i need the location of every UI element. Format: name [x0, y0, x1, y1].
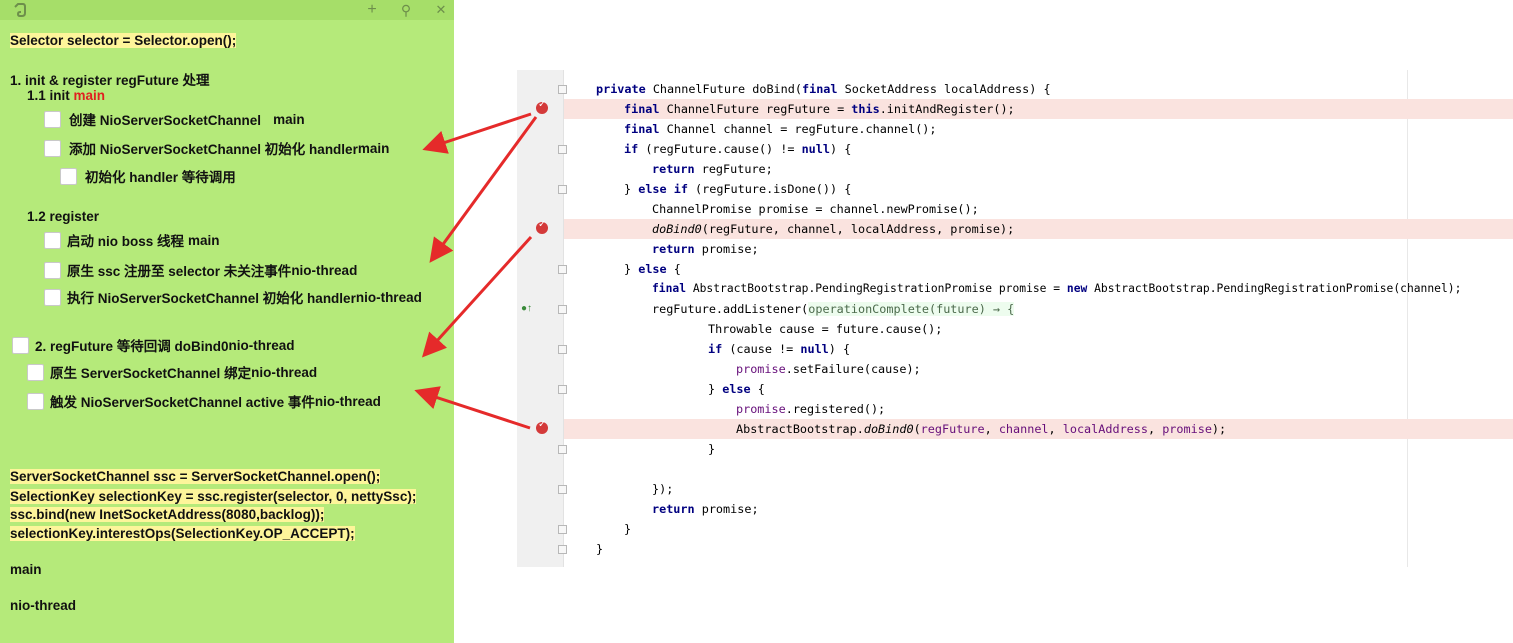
code-line: Throwable cause = future.cause(); [708, 322, 943, 336]
thread-tag: main [273, 111, 305, 127]
add-note-icon[interactable]: + [362, 0, 382, 20]
close-icon[interactable]: ✕ [431, 0, 451, 20]
task-label: 原生 ServerSocketChannel 绑定 [50, 366, 252, 381]
task-start-boss: 启动 nio boss 线程 main [44, 230, 220, 250]
code-line: final AbstractBootstrap.PendingRegistrat… [652, 282, 1462, 295]
lambda-marker-icon[interactable]: ●↑ [521, 303, 532, 314]
task-fire-active: 触发 NioServerSocketChannel active 事件 nio-… [27, 391, 381, 411]
thread-tag: nio-thread [314, 393, 381, 409]
task-label: 初始化 handler 等待调用 [85, 170, 236, 185]
breakpoint-icon[interactable] [536, 219, 548, 234]
code-line: } [596, 542, 604, 556]
task-label: 原生 ssc 注册至 selector 未关注事件 [67, 264, 292, 279]
checkbox[interactable] [60, 167, 77, 185]
code-line: return regFuture; [652, 162, 773, 176]
checkbox[interactable] [44, 288, 61, 306]
checkbox[interactable] [44, 139, 61, 157]
checkbox[interactable] [44, 231, 61, 249]
checkbox[interactable] [44, 261, 61, 279]
code-line: }); [652, 482, 674, 496]
selector-code-line: Selector selector = Selector.open(); [10, 33, 237, 48]
checkbox[interactable] [27, 363, 44, 381]
checkbox[interactable] [12, 336, 29, 354]
breakpoint-icon[interactable] [536, 419, 548, 434]
legend-main: main [10, 562, 42, 577]
code-line: private ChannelFuture doBind(final Socke… [596, 82, 1051, 96]
task-register-ssc: 原生 ssc 注册至 selector 未关注事件 nio-thread [44, 260, 357, 280]
code-line: } [708, 442, 716, 456]
section12-title: 1.2 register [27, 209, 100, 224]
code-line: if (cause != null) { [708, 342, 851, 356]
section11-title: 1.1 init main [27, 88, 106, 103]
code-line: ChannelPromise promise = channel.newProm… [652, 202, 979, 216]
code-line: final Channel channel = regFuture.channe… [624, 122, 937, 136]
code-line: } [624, 522, 632, 536]
pin-icon[interactable]: ⚲ [396, 0, 416, 20]
code-line: ssc.bind(new InetSocketAddress(8080,back… [10, 507, 325, 522]
editor-gutter[interactable] [517, 70, 563, 567]
code-line: SelectionKey selectionKey = ssc.register… [10, 489, 417, 504]
code-editor[interactable]: ●↑ private ChannelFuture doBind(final So… [517, 70, 1513, 567]
thread-tag: nio-thread [228, 337, 295, 353]
task-label: 执行 NioServerSocketChannel 初始化 handler [67, 291, 356, 306]
code-line: } else { [708, 382, 765, 396]
task-init-handler: 初始化 handler 等待调用 [60, 166, 236, 186]
code-line: } else if (regFuture.isDone()) { [624, 182, 852, 196]
thread-tag: nio-thread [251, 364, 318, 380]
thread-tag: main [188, 232, 220, 248]
code-line-breakpoint: doBind0(regFuture, channel, localAddress… [564, 219, 1513, 239]
task-label: 2. regFuture 等待回调 doBind0 [35, 339, 229, 354]
code-line-breakpoint: final ChannelFuture regFuture = this.ini… [564, 99, 1513, 119]
task-label: 触发 NioServerSocketChannel active 事件 [50, 395, 315, 410]
section1-title: 1. init & register regFuture 处理 [10, 73, 210, 88]
thread-tag: nio-thread [291, 262, 358, 278]
lambda-hint[interactable]: operationComplete(future) → { [808, 302, 1015, 316]
code-line: return promise; [652, 502, 759, 516]
code-line: return promise; [652, 242, 759, 256]
code-line: promise.registered(); [736, 402, 886, 416]
code-line: promise.setFailure(cause); [736, 362, 921, 376]
section2-title: 2. regFuture 等待回调 doBind0 nio-thread [12, 335, 295, 355]
code-line: ServerSocketChannel ssc = ServerSocketCh… [10, 469, 381, 484]
note-title-bar: + ⚲ ✕ [0, 0, 454, 20]
checkbox[interactable] [27, 392, 44, 410]
task-bind-ssc: 原生 ServerSocketChannel 绑定 nio-thread [27, 362, 317, 382]
sticky-note: + ⚲ ✕ Selector selector = Selector.open(… [0, 0, 454, 643]
code-line: } else { [624, 262, 681, 276]
breakpoint-icon[interactable] [536, 99, 548, 114]
thread-tag: nio-thread [355, 289, 422, 305]
task-add-handler: 添加 NioServerSocketChannel 初始化 handler ma… [44, 138, 389, 158]
task-label: 添加 NioServerSocketChannel 初始化 handler [69, 142, 358, 157]
code-line: regFuture.addListener(operationComplete(… [652, 302, 1015, 316]
task-label: 启动 nio boss 线程 [67, 234, 185, 249]
code-line-breakpoint: AbstractBootstrap.doBind0(regFuture, cha… [564, 419, 1513, 439]
evernote-logo-icon [14, 3, 26, 17]
task-create-channel: 创建 NioServerSocketChannel main [44, 109, 305, 129]
checkbox[interactable] [44, 110, 61, 128]
thread-tag: main [357, 140, 390, 156]
task-exec-handler: 执行 NioServerSocketChannel 初始化 handler ni… [44, 287, 422, 307]
task-label: 创建 NioServerSocketChannel [69, 113, 262, 128]
legend-nio-thread: nio-thread [10, 598, 76, 613]
code-line: selectionKey.interestOps(SelectionKey.OP… [10, 526, 355, 541]
code-line: if (regFuture.cause() != null) { [624, 142, 852, 156]
